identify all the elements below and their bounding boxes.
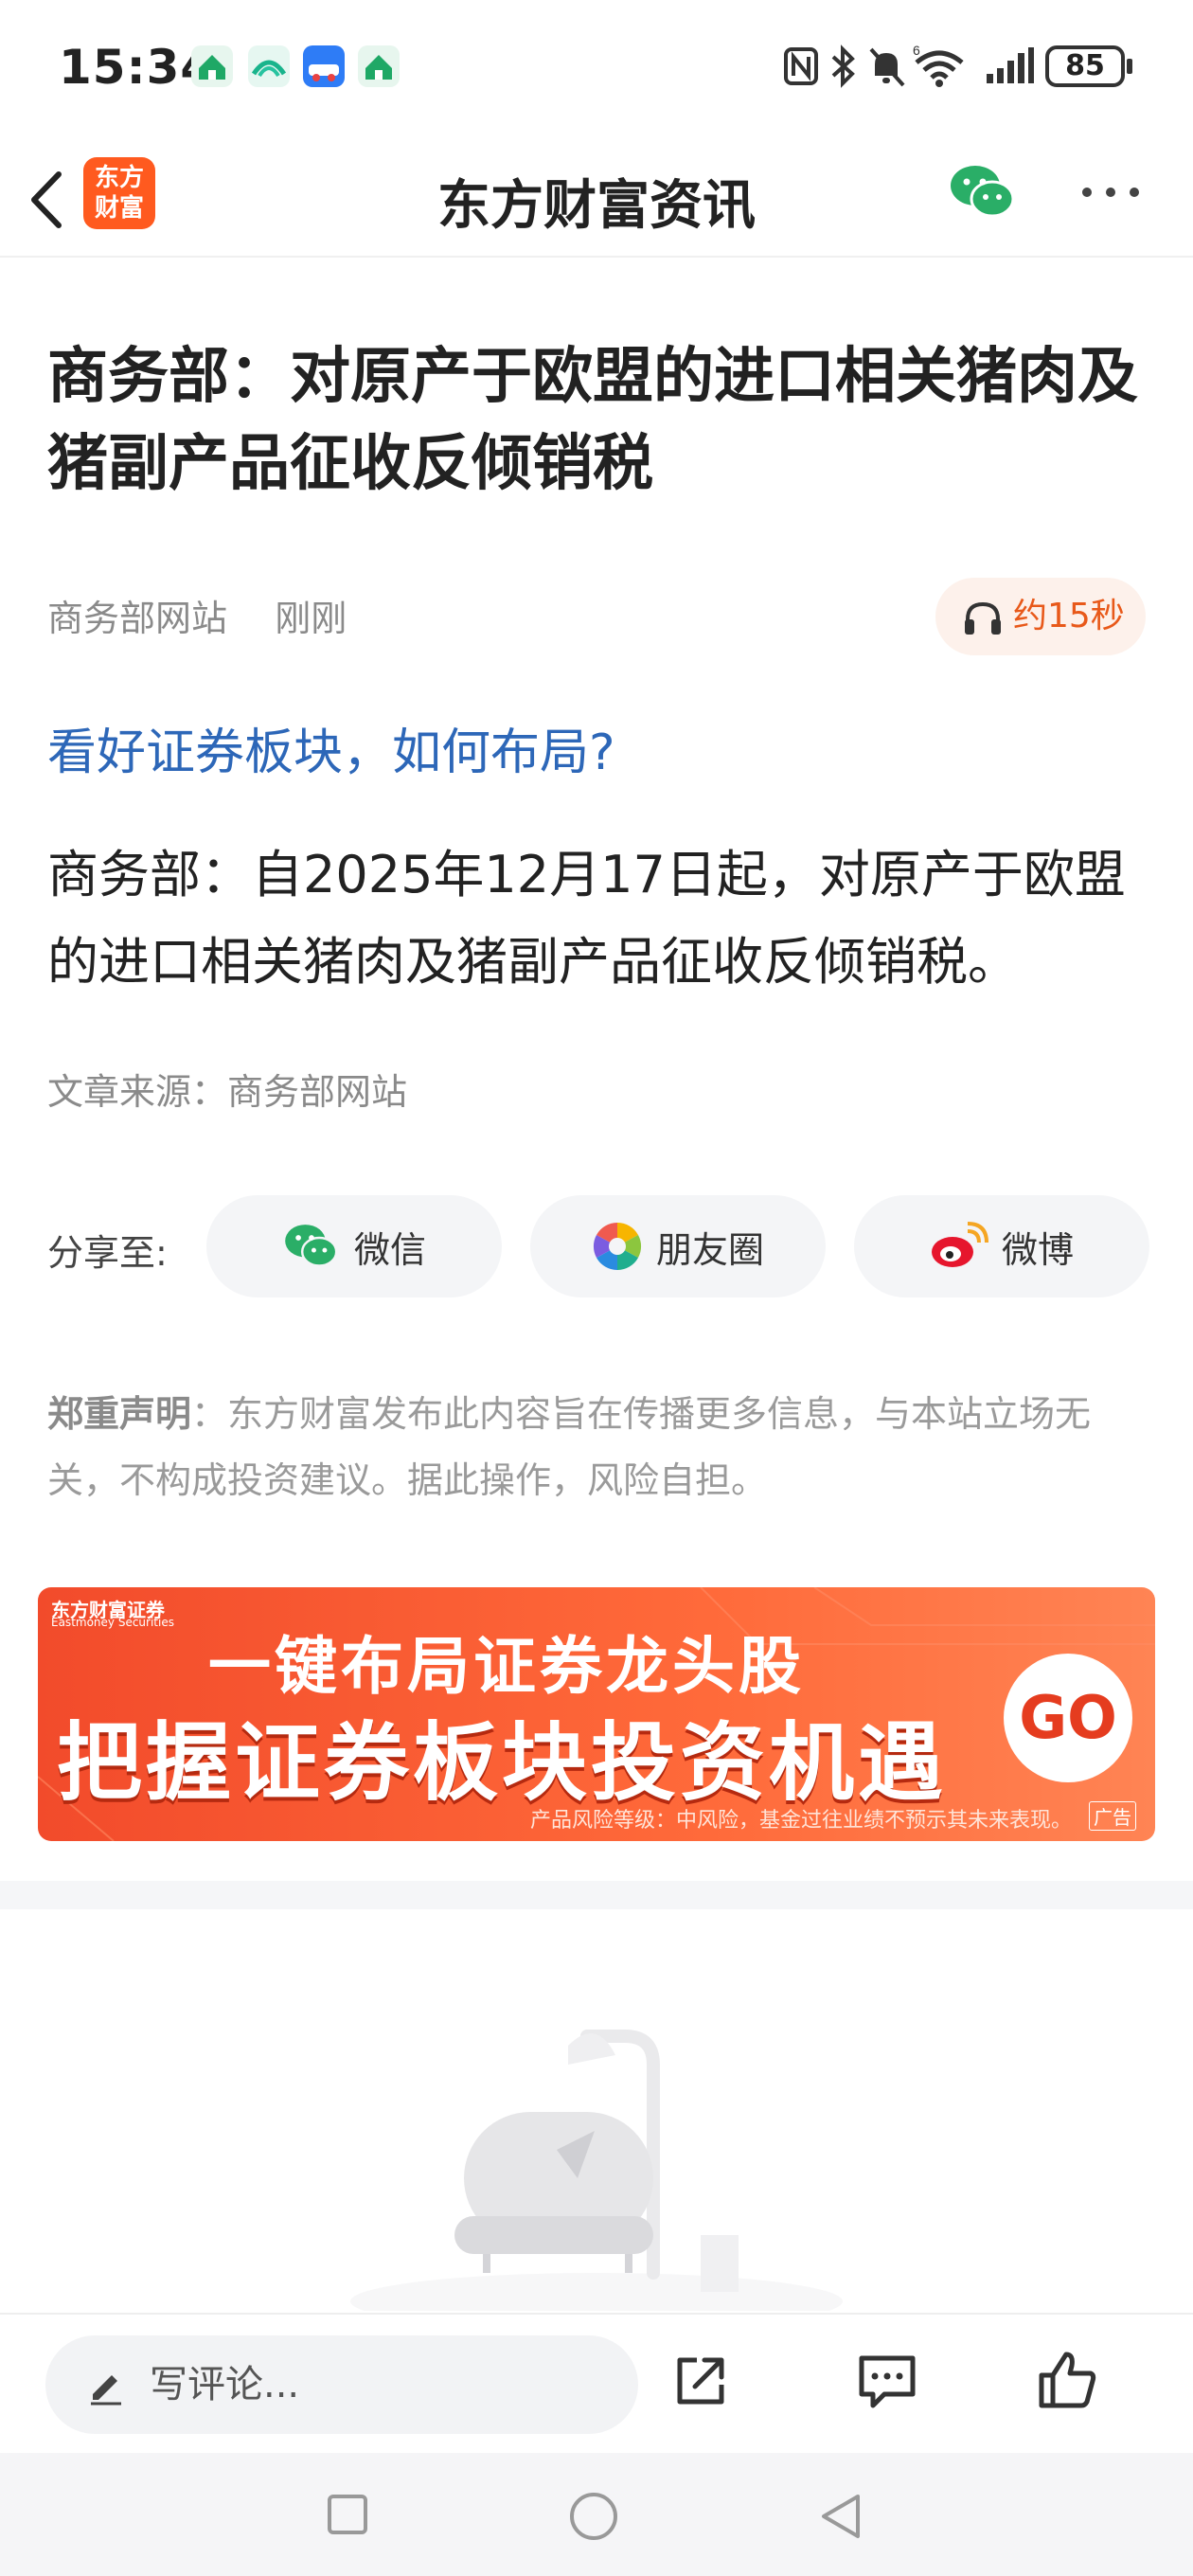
car-app-icon: [303, 45, 345, 87]
svg-text:6: 6: [913, 44, 920, 58]
like-icon[interactable]: [1036, 2349, 1098, 2411]
nfc-icon: [784, 47, 818, 85]
wechat-icon: [285, 1225, 338, 1267]
article-body: 商务部：自2025年12月17日起，对原产于欧盟的进口相关猪肉及猪副产品征收反倾…: [47, 845, 1126, 992]
status-bar: 15:34 6 85: [0, 0, 1193, 142]
section-divider: [0, 1881, 1193, 1909]
battery-indicator: 85: [1045, 45, 1132, 87]
bluetooth-icon: [831, 45, 855, 88]
article-headline: 商务部：对原产于欧盟的进口相关猪肉及猪副产品征收反倾销税: [47, 342, 1138, 499]
disclaimer-title: 郑重声明: [47, 1393, 192, 1435]
article-time: 刚刚: [275, 598, 347, 639]
promo-link[interactable]: 看好证券板块，如何布局?: [47, 712, 615, 783]
comment-placeholder: 写评论...: [150, 2363, 300, 2406]
home-button[interactable]: [568, 2491, 619, 2542]
signal-icon: [987, 47, 1034, 83]
loading-illustration: [350, 2030, 843, 2311]
share-label: 分享至:: [47, 1232, 168, 1274]
wechat-share-icon[interactable]: [949, 161, 1017, 224]
ad-banner[interactable]: 东方财富证券 Eastmoney Securities 一键布局证券龙头股 把握…: [38, 1587, 1155, 1841]
ai-app-icon: [248, 45, 290, 87]
share-external-icon[interactable]: [670, 2351, 731, 2411]
listen-duration: 约15秒: [1013, 597, 1125, 635]
pencil-icon: [91, 2375, 121, 2406]
share-moments-label: 朋友圈: [655, 1228, 764, 1271]
banner-brand-en: Eastmoney Securities: [51, 1616, 174, 1629]
top-nav: 东方 财富 东方财富资讯: [0, 142, 1193, 258]
listen-audio-button[interactable]: 约15秒: [935, 578, 1146, 655]
share-wechat-button[interactable]: 微信: [206, 1195, 502, 1297]
banner-go-button[interactable]: GO: [1004, 1654, 1132, 1782]
weibo-icon: [931, 1222, 988, 1267]
banner-risk-note: 产品风险等级：中风险，基金过往业绩不预示其未来表现。: [530, 1809, 1073, 1833]
system-nav-bar: [0, 2453, 1193, 2576]
home-app-icon: [191, 45, 233, 87]
share-weibo-label: 微博: [1001, 1228, 1074, 1271]
disclaimer-text: ：东方财富发布此内容旨在传播更多信息，与本站立场无关，不构成投资建议。据此操作，…: [47, 1393, 1092, 1501]
headphones-icon: [965, 601, 1001, 635]
share-wechat-label: 微信: [353, 1228, 426, 1271]
back-button[interactable]: [816, 2491, 864, 2542]
wifi-icon: 6: [913, 44, 964, 87]
comments-icon[interactable]: [856, 2351, 918, 2411]
banner-headline-2: 把握证券板块投资机遇: [57, 1713, 947, 1813]
home-app-icon-2: [358, 45, 400, 87]
moments-icon: [593, 1222, 642, 1271]
mute-icon: [869, 47, 905, 87]
comment-input[interactable]: 写评论...: [45, 2335, 638, 2434]
recent-apps-button[interactable]: [326, 2493, 369, 2536]
more-menu-icon[interactable]: [1079, 184, 1142, 201]
article-source-line: 文章来源：商务部网站: [47, 1071, 408, 1113]
share-weibo-button[interactable]: 微博: [854, 1195, 1149, 1297]
disclaimer: 郑重声明：东方财富发布此内容旨在传播更多信息，与本站立场无关，不构成投资建议。据…: [47, 1381, 1155, 1513]
article-source: 商务部网站: [47, 598, 228, 639]
article-meta: 商务部网站 刚刚: [47, 589, 347, 641]
share-moments-button[interactable]: 朋友圈: [530, 1195, 826, 1297]
bottom-action-bar: 写评论...: [0, 2313, 1193, 2453]
ad-tag: 广告: [1089, 1801, 1136, 1831]
